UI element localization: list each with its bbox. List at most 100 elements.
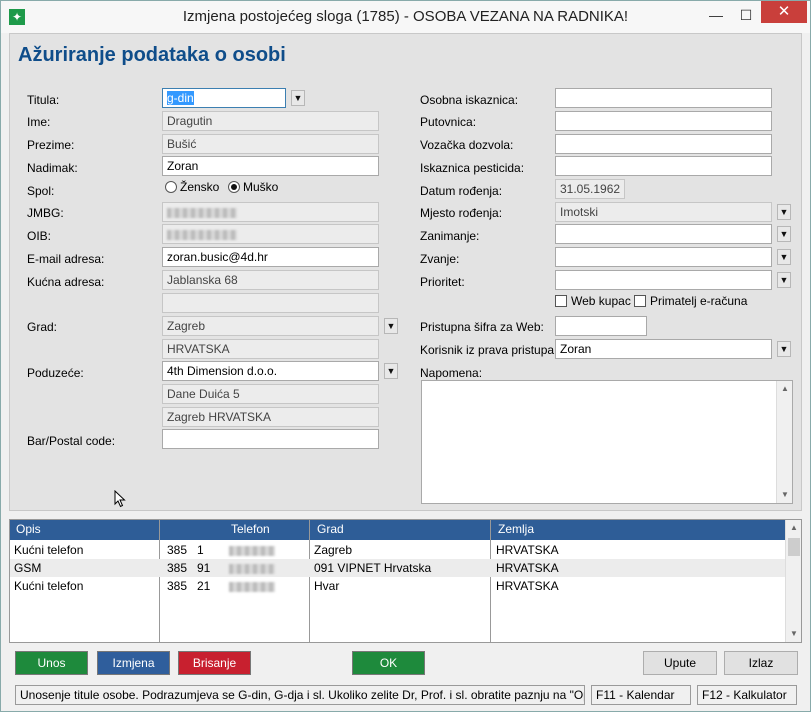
email-input[interactable]: zoran.busic@4d.hr (162, 247, 379, 267)
cell-area-code: 21 (197, 579, 211, 593)
redacted-value (167, 207, 237, 218)
titula-label: Titula: (27, 93, 60, 107)
redacted-value (229, 563, 275, 574)
cell-area-code: 91 (197, 561, 211, 575)
table-row[interactable]: Kućni telefon 385 1 Zagreb HRVATSKA (10, 541, 787, 559)
cell-zemlja: HRVATSKA (496, 543, 559, 557)
napomena-scrollbar[interactable]: ▲ ▼ (776, 381, 792, 503)
status-hint: Unosenje titule osobe. Podrazumjeva se G… (15, 685, 585, 705)
close-button[interactable]: ✕ (761, 1, 807, 23)
poduzece-adresa-field: Dane Duića 5 (162, 384, 379, 404)
postal-label: Bar/Postal code: (27, 434, 116, 448)
adresa-field-2 (162, 293, 379, 313)
datum-field[interactable]: 31.05.1962 (555, 179, 625, 199)
poduzece-dropdown-icon[interactable]: ▼ (384, 363, 398, 379)
brisanje-button[interactable]: Brisanje (178, 651, 251, 675)
prioritet-dropdown-icon[interactable]: ▼ (777, 272, 791, 288)
scroll-up-icon[interactable]: ▲ (777, 381, 793, 397)
page-title: Ažuriranje podataka o osobi (18, 44, 286, 66)
column-header-opis[interactable]: Opis (12, 520, 41, 538)
upute-button[interactable]: Upute (643, 651, 717, 675)
table-scrollbar[interactable]: ▲ ▼ (785, 520, 801, 642)
ime-field: Dragutin (162, 111, 379, 131)
checkbox-icon (634, 295, 646, 307)
minimize-button[interactable]: — (701, 1, 731, 29)
adresa-field: Jablanska 68 (162, 270, 379, 290)
grad-field: Zagreb (162, 316, 379, 336)
putovnica-input[interactable] (555, 111, 772, 131)
cell-country-code: 385 (167, 543, 188, 557)
radio-icon (165, 181, 177, 193)
spol-label: Spol: (27, 184, 55, 198)
datum-label: Datum rođenja: (420, 184, 503, 198)
cell-area-code: 1 (197, 543, 204, 557)
izmjena-button[interactable]: Izmjena (97, 651, 170, 675)
grad-dropdown-icon[interactable]: ▼ (384, 318, 398, 334)
adresa-label: Kućna adresa: (27, 275, 105, 289)
scroll-thumb[interactable] (788, 538, 800, 556)
unos-button[interactable]: Unos (15, 651, 88, 675)
korisnik-dropdown-icon[interactable]: ▼ (777, 341, 791, 357)
sifra-label: Pristupna šifra za Web: (420, 320, 544, 334)
mjesto-dropdown-icon[interactable]: ▼ (777, 204, 791, 220)
maximize-button[interactable]: ☐ (731, 1, 761, 29)
cell-country-code: 385 (167, 579, 188, 593)
putovnica-label: Putovnica: (420, 115, 477, 129)
korisnik-input[interactable]: Zoran (555, 339, 772, 359)
zvanje-label: Zvanje: (420, 252, 460, 266)
column-header-zemlja[interactable]: Zemlja (494, 520, 534, 538)
status-f11: F11 - Kalendar (591, 685, 691, 705)
table-header: Opis Telefon Grad Zemlja (10, 520, 787, 540)
prioritet-label: Prioritet: (420, 275, 465, 289)
nadimak-input[interactable]: Zoran (162, 156, 379, 176)
cell-opis: Kućni telefon (14, 579, 84, 593)
poduzece-grad-field: Zagreb HRVATSKA (162, 407, 379, 427)
napomena-textarea[interactable]: ▲ ▼ (421, 380, 793, 504)
scroll-down-icon[interactable]: ▼ (777, 487, 793, 503)
poduzece-label: Poduzeće: (27, 366, 84, 380)
mjesto-label: Mjesto rođenja: (420, 206, 503, 220)
scroll-down-icon[interactable]: ▼ (786, 626, 801, 642)
title-bar: ✦ Izmjena postojećeg sloga (1785) - OSOB… (1, 1, 810, 33)
pesticida-input[interactable] (555, 156, 772, 176)
zanimanje-label: Zanimanje: (420, 229, 480, 243)
prezime-label: Prezime: (27, 138, 75, 152)
vozacka-label: Vozačka dozvola: (420, 138, 514, 152)
postal-input[interactable] (162, 429, 379, 449)
ok-button[interactable]: OK (352, 651, 425, 675)
sifra-input[interactable] (555, 316, 647, 336)
redacted-value (229, 545, 275, 556)
napomena-label: Napomena: (420, 366, 483, 380)
cell-number (225, 541, 275, 559)
primatelj-checkbox[interactable]: Primatelj e-računa (634, 294, 747, 308)
poduzece-input[interactable]: 4th Dimension d.o.o. (162, 361, 379, 381)
osobna-input[interactable] (555, 88, 772, 108)
titula-dropdown-icon[interactable]: ▼ (291, 90, 305, 106)
drzava-field: HRVATSKA (162, 339, 379, 359)
prioritet-input[interactable] (555, 270, 772, 290)
dialog-window: ✦ Izmjena postojećeg sloga (1785) - OSOB… (0, 0, 811, 712)
vozacka-input[interactable] (555, 134, 772, 154)
titula-input[interactable]: g-din (162, 88, 286, 108)
nadimak-label: Nadimak: (27, 161, 78, 175)
spol-musko-radio[interactable]: Muško (228, 180, 278, 194)
zvanje-input[interactable] (555, 247, 772, 267)
cell-number (225, 559, 275, 577)
window-title: Izmjena postojećeg sloga (1785) - OSOBA … (182, 8, 629, 25)
spol-zensko-radio[interactable]: Žensko (165, 180, 219, 194)
scroll-up-icon[interactable]: ▲ (786, 520, 801, 536)
table-row[interactable]: GSM 385 91 091 VIPNET Hrvatska HRVATSKA (10, 559, 787, 577)
zanimanje-input[interactable] (555, 224, 772, 244)
izlaz-button[interactable]: Izlaz (724, 651, 798, 675)
zanimanje-dropdown-icon[interactable]: ▼ (777, 226, 791, 242)
column-header-grad[interactable]: Grad (313, 520, 344, 538)
jmbg-label: JMBG: (27, 206, 64, 220)
status-f12: F12 - Kalkulator (697, 685, 797, 705)
web-kupac-checkbox[interactable]: Web kupac (555, 294, 631, 308)
column-header-telefon[interactable]: Telefon (227, 520, 270, 538)
zvanje-dropdown-icon[interactable]: ▼ (777, 249, 791, 265)
phone-table[interactable]: Opis Telefon Grad Zemlja Kućni telefon 3… (9, 519, 802, 643)
pesticida-label: Iskaznica pesticida: (420, 161, 525, 175)
cell-country-code: 385 (167, 561, 188, 575)
table-row[interactable]: Kućni telefon 385 21 Hvar HRVATSKA (10, 577, 787, 595)
